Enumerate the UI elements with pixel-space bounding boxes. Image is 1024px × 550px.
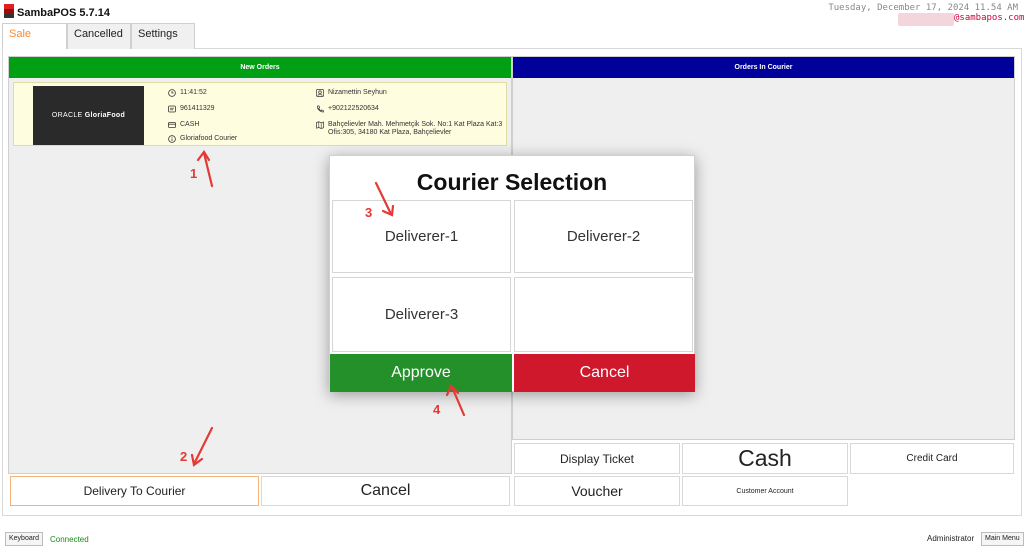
card-icon: [168, 122, 176, 128]
order-courier: Gloriafood Courier: [168, 135, 237, 143]
keyboard-button[interactable]: Keyboard: [5, 532, 43, 546]
voucher-button[interactable]: Voucher: [514, 476, 680, 506]
clock-icon: [168, 89, 176, 97]
order-payment: CASH: [168, 121, 199, 129]
current-user: Administrator: [927, 534, 975, 543]
phone-icon: [317, 105, 324, 113]
main-menu-button[interactable]: Main Menu: [981, 532, 1024, 546]
tab-sale[interactable]: Sale: [2, 23, 67, 49]
cancel-order-button[interactable]: Cancel: [261, 476, 510, 506]
order-phone: +902122520634: [316, 105, 379, 113]
order-card[interactable]: ORACLE GloriaFood 11:41:52 961411329 CAS…: [13, 82, 507, 146]
courier-button-empty: [514, 277, 693, 352]
user-email: @sambapos.com: [954, 13, 1024, 23]
map-icon: [316, 121, 324, 129]
credit-card-button[interactable]: Credit Card: [850, 443, 1014, 474]
customer-account-button[interactable]: Customer Account: [682, 476, 848, 506]
info-icon: [168, 135, 176, 143]
tab-cancelled[interactable]: Cancelled: [67, 23, 131, 49]
sambapos-logo-icon: [4, 4, 14, 18]
delivery-to-courier-button[interactable]: Delivery To Courier: [10, 476, 259, 506]
user-email-redacted: [898, 13, 954, 26]
gloriafood-logo: ORACLE GloriaFood: [33, 86, 144, 145]
title-bar: SambaPOS 5.7.14 Tuesday, December 17, 20…: [0, 0, 1024, 26]
order-time: 11:41:52: [168, 89, 207, 97]
courier-button-deliverer-1[interactable]: Deliverer-1: [332, 200, 511, 273]
new-orders-header: New Orders: [9, 57, 511, 78]
cash-button[interactable]: Cash: [682, 443, 848, 474]
dialog-cancel-button[interactable]: Cancel: [514, 354, 695, 392]
connection-status: Connected: [50, 535, 89, 544]
courier-selection-dialog: Courier Selection Deliverer-1 Deliverer-…: [329, 155, 695, 392]
order-number: 961411329: [168, 105, 215, 113]
order-address: Bahçelievler Mah. Mehmetçik Sok. No:1 Ka…: [316, 121, 518, 137]
orders-in-courier-header: Orders In Courier: [513, 57, 1014, 78]
app-title: SambaPOS 5.7.14: [17, 7, 110, 19]
tab-settings[interactable]: Settings: [131, 23, 195, 49]
annotation-2: 2: [180, 449, 188, 464]
annotation-3: 3: [365, 205, 373, 220]
display-ticket-button[interactable]: Display Ticket: [514, 443, 680, 474]
ticket-icon: [168, 105, 176, 113]
dialog-title: Courier Selection: [416, 169, 608, 195]
courier-button-deliverer-2[interactable]: Deliverer-2: [514, 200, 693, 273]
user-icon: [316, 89, 324, 97]
order-customer: Nizamettin Seyhun: [316, 89, 387, 97]
status-bar: Keyboard Connected Administrator Main Me…: [0, 528, 1024, 550]
approve-button[interactable]: Approve: [330, 354, 512, 392]
datetime-display: Tuesday, December 17, 2024 11.54 AM: [828, 3, 1018, 13]
courier-button-deliverer-3[interactable]: Deliverer-3: [332, 277, 511, 352]
logo-text: ORACLE GloriaFood: [51, 112, 126, 119]
annotation-1: 1: [190, 166, 198, 181]
annotation-4: 4: [433, 402, 441, 417]
